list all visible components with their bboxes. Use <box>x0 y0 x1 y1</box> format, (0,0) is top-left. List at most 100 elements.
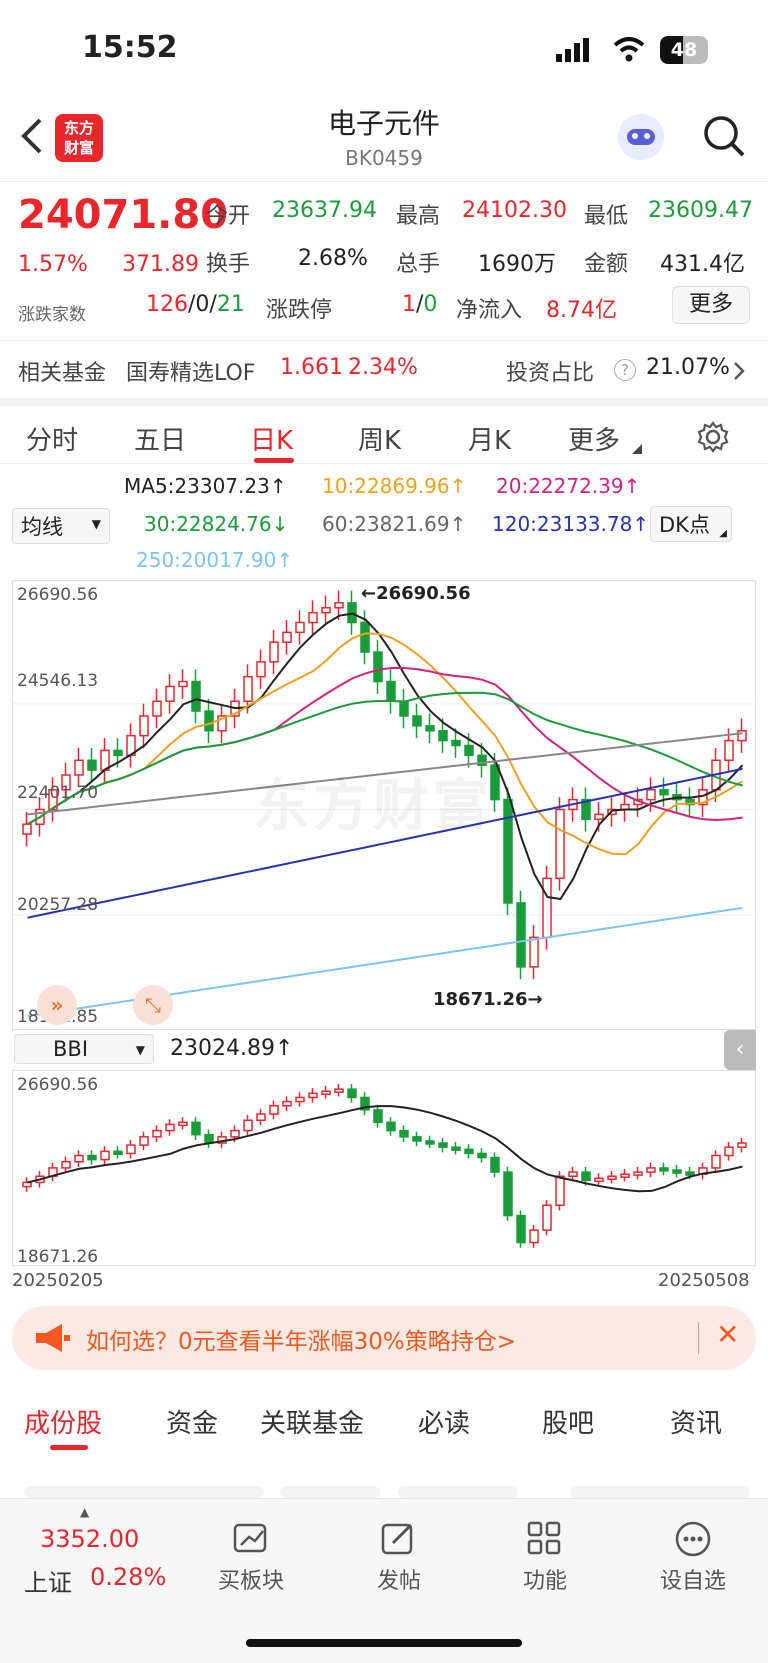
assistant-robot-icon[interactable] <box>618 114 664 160</box>
tab-must-read[interactable]: 必读 <box>418 1403 470 1440</box>
y-label-0: 26690.56 <box>17 585 99 605</box>
ratio-value: 21.07% <box>646 355 730 380</box>
sub-indicator-selector[interactable]: BBI ▼ <box>14 1034 154 1064</box>
candle-body <box>438 729 448 742</box>
candle-body <box>243 675 253 702</box>
bbi-svg <box>22 1083 747 1248</box>
min-price-marker: 18671.26→ <box>433 989 543 1010</box>
expand-up-icon[interactable]: ▲ <box>80 1505 89 1519</box>
tab-monthly-k[interactable]: 月K <box>468 420 511 457</box>
status-time: 15:52 <box>82 30 178 65</box>
bbi-chart[interactable]: 26690.56 18671.26 <box>12 1070 756 1267</box>
ma120-label: 120:23133.78↑ <box>492 512 650 536</box>
post-button[interactable]: 发帖 <box>344 1519 454 1595</box>
candle-body <box>321 607 331 614</box>
dropdown-arrow-icon: ▼ <box>91 517 101 531</box>
candle-body <box>451 1146 461 1151</box>
candle-body <box>165 1123 175 1132</box>
candle-body <box>256 661 266 678</box>
candle-body <box>269 641 279 663</box>
candle-body <box>139 715 149 737</box>
tab-related-funds[interactable]: 关联基金 <box>260 1403 364 1440</box>
fund-label: 相关基金 <box>18 361 107 386</box>
candle-body <box>61 1160 71 1169</box>
tab-weekly-k[interactable]: 周K <box>358 420 401 457</box>
tab-intraday[interactable]: 分时 <box>26 420 78 457</box>
candle-body <box>282 1100 292 1107</box>
nav-bar: 东方 财富 电子元件 BK0459 <box>0 96 768 182</box>
candle-body <box>620 1173 630 1178</box>
low-label: 最低 <box>584 204 629 229</box>
indicator-selector[interactable]: 均线 ▼ <box>12 508 110 544</box>
search-icon[interactable] <box>702 114 746 158</box>
kline-chart[interactable]: 东方财富 26690.56 24546.13 22401.70 20257.28… <box>12 580 757 1030</box>
fund-price: 1.661 <box>280 355 343 380</box>
ma250-label: 250:20017.90↑ <box>136 548 294 572</box>
candle-body <box>555 808 565 880</box>
settings-gear-icon[interactable] <box>696 420 730 454</box>
tab-forum[interactable]: 股吧 <box>542 1403 594 1440</box>
candle-body <box>581 1171 591 1182</box>
tab-five-day[interactable]: 五日 <box>134 420 186 457</box>
add-watchlist-button[interactable]: 设自选 <box>638 1519 748 1595</box>
amount-label: 金额 <box>584 252 629 277</box>
buy-sector-button[interactable]: 买板块 <box>196 1519 306 1595</box>
limit-values: 1/0 <box>402 292 438 317</box>
tab-news[interactable]: 资讯 <box>670 1403 722 1440</box>
candle-body <box>295 1096 305 1103</box>
candle-body <box>412 715 422 727</box>
turnover-value: 2.68% <box>298 246 368 271</box>
candle-body <box>425 725 435 732</box>
collapse-panel-icon[interactable]: ‹ <box>724 1030 756 1070</box>
candle-body <box>490 1156 500 1173</box>
dk-point-button[interactable]: DK点 ◢ <box>650 506 732 542</box>
promo-banner[interactable]: 如何选？0元查看半年涨幅30%策略持仓> ✕ <box>12 1306 756 1370</box>
candle-body <box>126 1144 136 1155</box>
candle-body <box>22 1181 32 1188</box>
tab-funds-flow[interactable]: 资金 <box>166 1403 218 1440</box>
grid-apps-icon <box>527 1521 561 1555</box>
related-fund-row[interactable]: 相关基金 国寿精选LOF 1.661 2.34% 投资占比 ? 21.07% <box>0 340 768 398</box>
open-label: 今开 <box>206 204 251 229</box>
candle-body <box>737 729 747 742</box>
close-icon[interactable]: ✕ <box>716 1318 739 1351</box>
tab-constituents[interactable]: 成份股 <box>24 1403 102 1440</box>
active-tab-indicator <box>254 458 294 463</box>
candle-body <box>295 621 305 634</box>
tab-more[interactable]: 更多 <box>568 420 620 457</box>
functions-button[interactable]: 功能 <box>490 1519 600 1595</box>
open-value: 23637.94 <box>272 198 377 223</box>
more-dots-icon <box>675 1521 711 1557</box>
candle-body <box>178 680 188 688</box>
home-indicator <box>246 1639 522 1647</box>
candle-body <box>282 631 292 643</box>
candle-body <box>308 1092 318 1099</box>
expand-signals-icon[interactable]: » <box>37 985 77 1025</box>
candle-body <box>386 680 396 702</box>
candle-body <box>672 1169 682 1174</box>
candle-body <box>165 685 175 702</box>
candle-body <box>438 1142 448 1148</box>
candle-body <box>308 611 318 624</box>
change-pct: 1.57% <box>18 252 88 277</box>
candle-body <box>204 1134 214 1144</box>
candle-body <box>633 1171 643 1176</box>
candle-body <box>451 739 461 747</box>
tab-daily-k[interactable]: 日K <box>250 420 293 457</box>
dropdown-arrow-icon: ▼ <box>135 1043 145 1057</box>
candle-body <box>685 1171 695 1176</box>
fullscreen-arrows-icon[interactable]: ⤡ <box>133 985 173 1025</box>
candle-body <box>711 1154 721 1169</box>
candle-body <box>399 700 409 717</box>
candle-body <box>516 902 526 968</box>
candle-body <box>464 1148 474 1155</box>
inflow-label: 净流入 <box>456 298 523 323</box>
more-button[interactable]: 更多 <box>672 286 750 324</box>
index-price: 3352.00 <box>40 1525 140 1553</box>
wifi-icon <box>613 37 645 62</box>
candle-body <box>737 1142 747 1148</box>
index-name: 上证 <box>24 1569 72 1597</box>
help-icon[interactable]: ? <box>614 359 636 381</box>
candle-body <box>724 1146 734 1157</box>
candle-body <box>425 1140 435 1145</box>
